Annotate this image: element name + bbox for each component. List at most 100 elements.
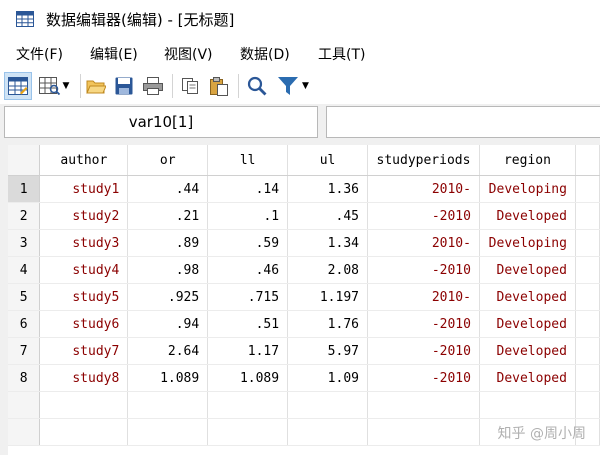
cell-empty[interactable]: [575, 202, 600, 230]
column-header-studyperiods[interactable]: studyperiods: [367, 145, 480, 176]
column-header-author[interactable]: author: [39, 145, 129, 176]
row-number[interactable]: [8, 418, 41, 446]
cell-ul[interactable]: 1.197: [287, 283, 368, 311]
column-header-empty[interactable]: [575, 145, 600, 176]
cell-empty[interactable]: [287, 391, 368, 419]
table-row[interactable]: 3 study3.89.59 1.34 2010- Developing: [8, 229, 600, 257]
table-row[interactable]: 6 study6.94.51 1.76 -2010 Developed: [8, 310, 600, 338]
corner-cell[interactable]: [8, 145, 41, 176]
cell-ll[interactable]: .51: [207, 310, 289, 338]
cell-ul[interactable]: 1.09: [287, 364, 368, 392]
column-header-ul[interactable]: ul: [287, 145, 368, 176]
cell-empty[interactable]: [287, 418, 368, 446]
cell-region[interactable]: Developing: [479, 229, 576, 257]
cell-author[interactable]: study6: [39, 310, 129, 338]
cell-empty[interactable]: [575, 175, 600, 203]
cell-studyperiods[interactable]: -2010: [367, 337, 480, 365]
menu-file[interactable]: 文件(F): [16, 44, 63, 64]
cell-or[interactable]: .89: [127, 229, 209, 257]
row-number[interactable]: 1: [8, 175, 41, 203]
cell-author[interactable]: study8: [39, 364, 129, 392]
cell-ll[interactable]: .14: [207, 175, 289, 203]
cell-author[interactable]: study7: [39, 337, 129, 365]
cell-name-field[interactable]: var10[1]: [4, 106, 318, 138]
row-number[interactable]: 7: [8, 337, 41, 365]
table-row[interactable]: 7 study7 2.64 1.17 5.97 -2010 Developed: [8, 337, 600, 365]
column-header-or[interactable]: or: [127, 145, 209, 176]
row-number[interactable]: 8: [8, 364, 41, 392]
cell-or[interactable]: .925: [127, 283, 209, 311]
cell-empty[interactable]: [367, 418, 480, 446]
cell-region[interactable]: Developed: [479, 202, 576, 230]
cell-author[interactable]: study1: [39, 175, 129, 203]
cell-ul[interactable]: 1.36: [287, 175, 368, 203]
cell-or[interactable]: .94: [127, 310, 209, 338]
cell-author[interactable]: study2: [39, 202, 129, 230]
cell-studyperiods[interactable]: 2010-: [367, 229, 480, 257]
cell-empty[interactable]: [575, 256, 600, 284]
cell-empty[interactable]: [575, 283, 600, 311]
cell-ul[interactable]: .45: [287, 202, 368, 230]
cell-empty[interactable]: [127, 418, 209, 446]
cell-empty[interactable]: [575, 310, 600, 338]
cell-or[interactable]: .44: [127, 175, 209, 203]
open-button[interactable]: [84, 72, 108, 100]
menu-view[interactable]: 视图(V): [164, 44, 213, 64]
table-row[interactable]: 1 study1.44.14 1.36 2010- Developing: [8, 175, 600, 203]
row-number[interactable]: 3: [8, 229, 41, 257]
cell-studyperiods[interactable]: 2010-: [367, 175, 480, 203]
cell-author[interactable]: study4: [39, 256, 129, 284]
cell-studyperiods[interactable]: -2010: [367, 310, 480, 338]
row-number[interactable]: 2: [8, 202, 41, 230]
menu-edit[interactable]: 编辑(E): [90, 44, 138, 64]
save-button[interactable]: [112, 72, 136, 100]
cell-author[interactable]: study5: [39, 283, 129, 311]
cell-ll[interactable]: 1.17: [207, 337, 289, 365]
cell-ll[interactable]: .59: [207, 229, 289, 257]
row-number[interactable]: [8, 391, 41, 419]
cell-empty[interactable]: [575, 229, 600, 257]
column-header-ll[interactable]: ll: [207, 145, 289, 176]
cell-or[interactable]: 1.089: [127, 364, 209, 392]
cell-or[interactable]: .98: [127, 256, 209, 284]
cell-region[interactable]: Developed: [479, 256, 576, 284]
cell-region[interactable]: Developed: [479, 283, 576, 311]
empty-row[interactable]: [8, 391, 600, 419]
cell-empty[interactable]: [207, 418, 289, 446]
column-header-region[interactable]: region: [479, 145, 576, 176]
find-button[interactable]: [244, 72, 270, 100]
table-row[interactable]: 8 study8 1.089 1.089 1.09 -2010 Developed: [8, 364, 600, 392]
cell-region[interactable]: Developed: [479, 337, 576, 365]
cell-ll[interactable]: .1: [207, 202, 289, 230]
cell-empty[interactable]: [479, 391, 576, 419]
cell-ll[interactable]: 1.089: [207, 364, 289, 392]
cell-empty[interactable]: [39, 418, 129, 446]
cell-empty[interactable]: [575, 391, 600, 419]
cell-or[interactable]: .21: [127, 202, 209, 230]
cell-empty[interactable]: [39, 391, 129, 419]
menu-tools[interactable]: 工具(T): [318, 44, 365, 64]
print-button[interactable]: [140, 72, 166, 100]
paste-button[interactable]: [206, 72, 232, 100]
row-number[interactable]: 4: [8, 256, 41, 284]
cell-ul[interactable]: 5.97: [287, 337, 368, 365]
table-row[interactable]: 2 study2.21.1.45 -2010 Developed: [8, 202, 600, 230]
row-number[interactable]: 5: [8, 283, 41, 311]
cell-author[interactable]: study3: [39, 229, 129, 257]
menu-data[interactable]: 数据(D): [240, 44, 290, 64]
cell-ul[interactable]: 1.34: [287, 229, 368, 257]
edit-mode-button[interactable]: [4, 72, 32, 100]
cell-region[interactable]: Developing: [479, 175, 576, 203]
cell-or[interactable]: 2.64: [127, 337, 209, 365]
cell-studyperiods[interactable]: 2010-: [367, 283, 480, 311]
cell-ll[interactable]: .715: [207, 283, 289, 311]
cell-empty[interactable]: [207, 391, 289, 419]
cell-region[interactable]: Developed: [479, 364, 576, 392]
cell-empty[interactable]: [367, 391, 480, 419]
filter-button[interactable]: ▼: [272, 72, 314, 100]
cell-ul[interactable]: 1.76: [287, 310, 368, 338]
cell-studyperiods[interactable]: -2010: [367, 202, 480, 230]
cell-ul[interactable]: 2.08: [287, 256, 368, 284]
copy-button[interactable]: [178, 72, 202, 100]
cell-ll[interactable]: .46: [207, 256, 289, 284]
